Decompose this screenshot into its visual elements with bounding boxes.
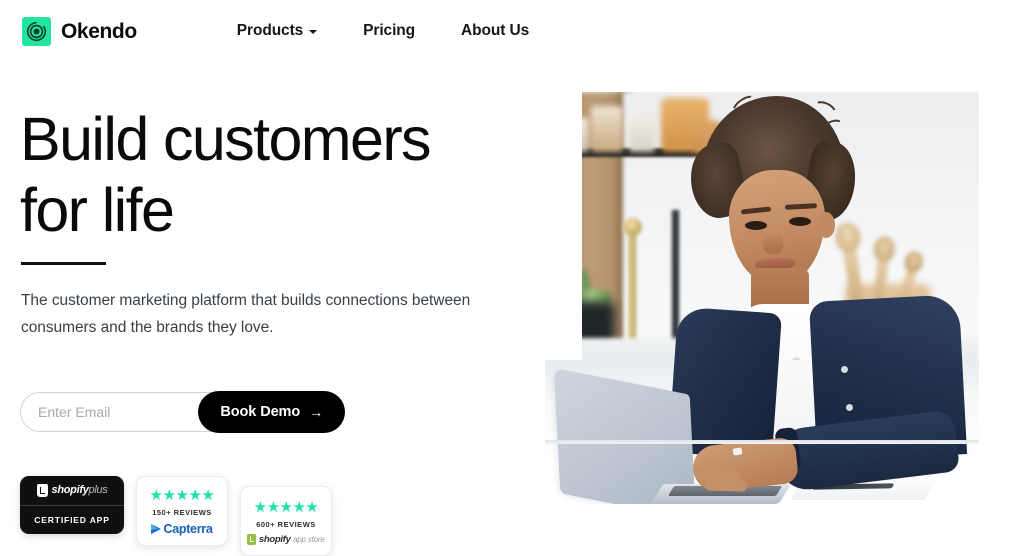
capterra-wordmark: Capterra (163, 522, 213, 536)
hero-content: Build customers for life The customer ma… (0, 62, 540, 556)
shopify-plus-wordmark: shopifyplus (52, 484, 108, 496)
star-rating-icon: ★★★★★ (149, 487, 215, 504)
shopify-app-store-logo: shopify app store (247, 533, 325, 545)
app-store-wordmark: app store (293, 534, 325, 544)
nav-item-pricing[interactable]: Pricing (363, 22, 415, 40)
capterra-logo: Capterra (151, 522, 213, 536)
headline-line-1: Build customers (20, 105, 432, 173)
site-header: Okendo Products Pricing About Us (0, 0, 1024, 62)
book-demo-label: Book Demo (220, 404, 301, 420)
shopify-app-store-reviews-count: 600+ REVIEWS (256, 519, 316, 529)
nav-item-about-us-label: About Us (461, 22, 530, 39)
badge-capterra-rating[interactable]: ★★★★★ 150+ REVIEWS Capterra (136, 476, 228, 546)
nav-item-products[interactable]: Products (236, 22, 318, 40)
capterra-mark-icon (151, 524, 162, 534)
nav-item-products-label: Products (236, 22, 304, 39)
nav-item-about-us[interactable]: About Us (461, 22, 529, 40)
accent-divider (21, 262, 106, 265)
landing-page: Okendo Products Pricing About Us Build c… (0, 0, 1024, 556)
shopify-bag-icon (247, 533, 257, 545)
hero-image-lower-crop (545, 360, 979, 504)
book-demo-button[interactable]: Book Demo → (198, 391, 345, 433)
headline-line-2: for life (20, 175, 175, 244)
page-title: Build customers for life (20, 104, 490, 246)
nav-item-pricing-label: Pricing (363, 22, 416, 39)
star-rating-icon: ★★★★★ (253, 498, 319, 516)
plus-word: plus (88, 484, 108, 497)
email-capture-form: Book Demo → (20, 391, 345, 433)
capterra-reviews-count: 150+ REVIEWS (152, 508, 212, 517)
trust-badges: shopifyplus CERTIFIED APP ★★★★★ 150+ REV… (20, 476, 332, 556)
hero-image-upper-crop (582, 92, 979, 360)
certified-app-caption: CERTIFIED APP (34, 514, 110, 525)
badge-shopify-plus-certified-app[interactable]: shopifyplus CERTIFIED APP (20, 476, 124, 534)
shopify-plus-lockup: shopifyplus (20, 476, 124, 505)
arrow-right-icon: → (309, 404, 323, 420)
shopify-bag-icon (36, 483, 48, 497)
badge-shopify-app-store-rating[interactable]: ★★★★★ 600+ REVIEWS shopify app store (240, 486, 332, 556)
primary-navigation: Products Pricing About Us (237, 22, 529, 40)
shopify-wordmark: shopify (258, 533, 291, 545)
shopify-word: shopify (51, 484, 89, 497)
brand-logo-link[interactable]: Okendo (22, 16, 137, 46)
chevron-down-icon (309, 30, 318, 34)
hero-subheadline: The customer marketing platform that bui… (21, 292, 471, 336)
brand-name: Okendo (61, 19, 137, 43)
hero-image (545, 92, 979, 504)
okendo-logo-icon (22, 16, 51, 46)
